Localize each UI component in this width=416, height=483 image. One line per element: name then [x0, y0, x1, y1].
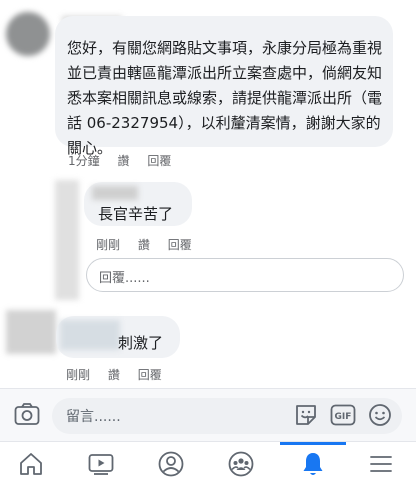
bottom-navigation [0, 441, 416, 483]
svg-text:GIF: GIF [335, 412, 352, 422]
like-button[interactable]: 讚 [117, 154, 129, 168]
comment-text: 您好，有關您網路貼文事項，永康分局極為重視並已責由轄區龍潭派出所立案查處中，倘網… [67, 39, 383, 157]
reply-input[interactable]: 回覆...... [86, 258, 404, 292]
camera-icon[interactable] [14, 402, 40, 426]
menu-icon[interactable] [367, 450, 395, 478]
reply-placeholder: 回覆...... [99, 271, 150, 286]
avatar[interactable] [55, 180, 79, 300]
comment-text: 長官辛苦了 [98, 205, 174, 223]
comment-time: 剛剛 [66, 368, 91, 382]
comment-text: 刺激了 [118, 334, 164, 352]
comment-placeholder: 留言...... [66, 409, 121, 425]
comment-composer: 留言...... GIF [0, 388, 416, 441]
active-tab-indicator [280, 442, 346, 445]
comment-actions-3: 剛剛 讚 回覆 [66, 366, 176, 383]
like-button[interactable]: 讚 [108, 368, 120, 382]
comment-bubble-1: 您好，有關您網路貼文事項，永康分局極為重視並已責由轄區龍潭派出所立案查處中，倘網… [55, 16, 393, 157]
reply-button[interactable]: 回覆 [147, 154, 171, 168]
notifications-icon[interactable] [299, 450, 327, 478]
avatar[interactable] [6, 12, 50, 56]
comment-time: 1分鐘 [68, 154, 100, 168]
like-button[interactable]: 讚 [138, 238, 150, 252]
reply-button[interactable]: 回覆 [168, 238, 192, 252]
groups-icon[interactable] [227, 450, 255, 478]
video-icon[interactable] [87, 450, 115, 478]
comment-time: 剛剛 [96, 238, 121, 252]
sticker-icon[interactable] [294, 403, 318, 427]
commenter-name[interactable] [92, 186, 138, 200]
avatar[interactable] [6, 310, 56, 354]
gif-icon[interactable]: GIF [330, 403, 356, 427]
comment-actions-2: 剛剛 讚 回覆 [96, 236, 206, 253]
commenter-name[interactable] [60, 320, 120, 350]
profile-icon[interactable] [157, 450, 185, 478]
home-icon[interactable] [17, 450, 45, 478]
comment-actions-1: 1分鐘 讚 回覆 [68, 152, 185, 169]
comment-bubble-3: 刺激了 [56, 316, 180, 358]
comment-bubble-2: 長官辛苦了 [84, 182, 192, 226]
reply-button[interactable]: 回覆 [138, 368, 162, 382]
emoji-icon[interactable] [368, 403, 392, 427]
